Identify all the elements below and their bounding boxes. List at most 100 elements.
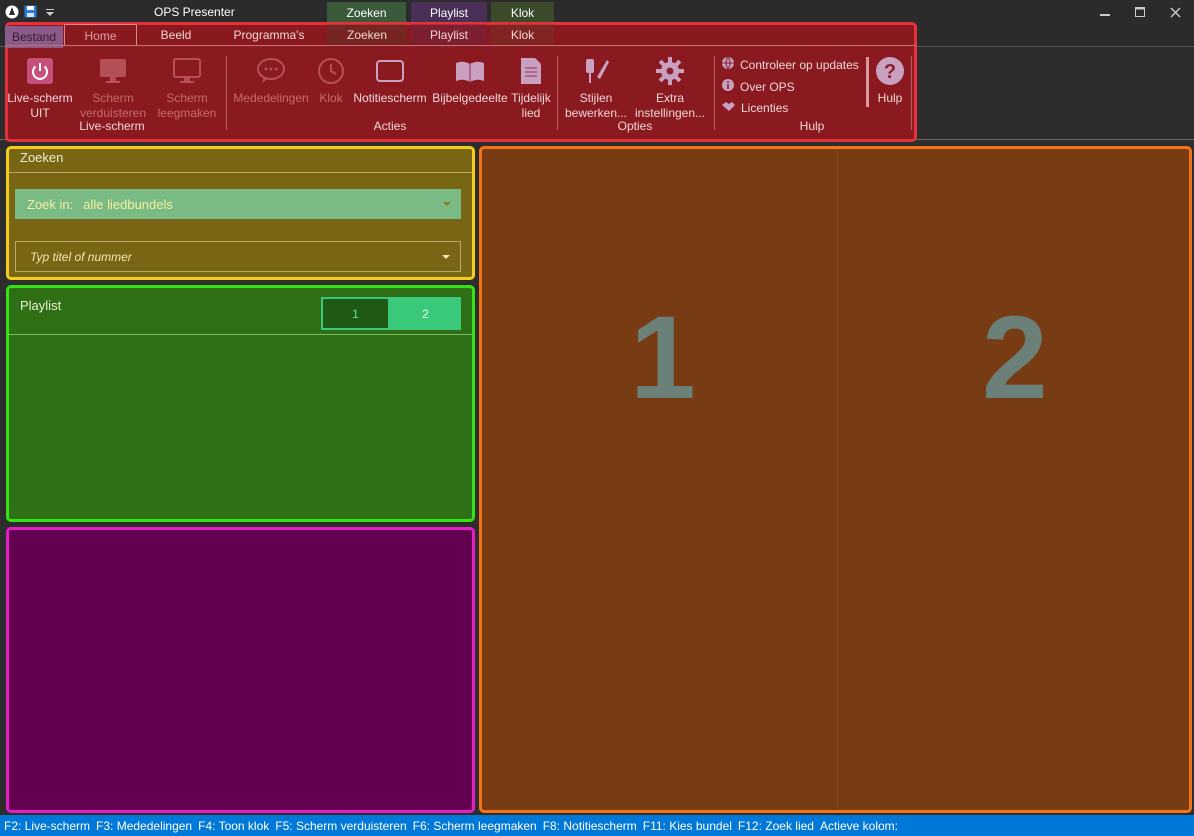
tab-zoeken[interactable]: Zoeken	[327, 24, 407, 46]
tab-klok[interactable]: Klok	[491, 24, 554, 46]
power-icon	[24, 55, 56, 87]
playlist-panel: Playlist 1 2	[6, 285, 475, 522]
check-updates-label: Controleer op updates	[740, 57, 859, 72]
svg-text:?: ?	[884, 61, 896, 83]
minimize-button[interactable]	[1090, 2, 1120, 22]
clock-button[interactable]: Klok	[314, 55, 348, 106]
bible-passage-label: Bijbelgedeelte	[432, 91, 508, 105]
status-active-column: Actieve kolom:	[819, 818, 898, 833]
info-icon	[721, 78, 735, 95]
customize-toolbar-icon[interactable]	[42, 4, 57, 19]
tab-home[interactable]: Home	[64, 24, 137, 46]
tab-beeld[interactable]: Beeld	[140, 24, 212, 46]
globe-icon	[721, 56, 735, 73]
speech-bubble-icon	[255, 55, 287, 87]
screen-icon	[374, 55, 406, 87]
status-shortcut-f3: F3: Mededelingen	[96, 818, 193, 833]
chevron-down-icon	[443, 202, 451, 206]
about-ops-button[interactable]: Over OPS	[721, 78, 795, 95]
clear-screen-label-2: leegmaken	[157, 106, 217, 120]
group-separator	[911, 56, 912, 130]
status-shortcut-f5: F5: Scherm verduisteren	[275, 818, 407, 833]
clock-label: Klok	[319, 91, 343, 105]
help-split-divider	[866, 57, 869, 107]
check-updates-button[interactable]: Controleer op updates	[721, 56, 859, 73]
temporary-song-label-1: Tijdelijk	[511, 91, 551, 105]
search-in-dropdown[interactable]: Zoek in: alle liedbundels	[15, 189, 461, 219]
status-shortcut-f12: F12: Zoek lied	[737, 818, 814, 833]
close-button[interactable]	[1160, 2, 1190, 22]
group-separator	[714, 56, 715, 130]
clear-screen-button[interactable]: Scherm leegmaken	[152, 55, 222, 121]
temporary-song-label-2: lied	[521, 106, 541, 120]
announcements-label: Mededelingen	[233, 91, 309, 105]
document-icon	[515, 55, 547, 87]
group-separator	[557, 56, 558, 130]
announcements-button[interactable]: Mededelingen	[230, 55, 312, 106]
help-button[interactable]: ? Hulp	[872, 55, 908, 106]
search-in-label: Zoek in:	[27, 196, 74, 212]
quick-access-toolbar	[4, 4, 57, 19]
preview-column-divider	[837, 149, 838, 810]
edit-styles-button[interactable]: Stijlen bewerken...	[562, 55, 630, 121]
search-in-value: alle liedbundels	[83, 196, 173, 212]
search-input-placeholder: Typ titel of nummer	[30, 249, 132, 264]
chevron-down-icon	[442, 254, 450, 259]
app-window: OPS Presenter Zoeken Playlist Klok Besta…	[0, 0, 1194, 836]
live-screen-label-1: Live-scherm	[7, 91, 73, 105]
extra-settings-button[interactable]: Extra instellingen...	[632, 55, 708, 121]
live-screen-label-2: UIT	[30, 106, 50, 120]
status-bar: F2: Live-scherm F3: Mededelingen F4: Too…	[0, 815, 1194, 836]
clear-screen-label-1: Scherm	[166, 91, 208, 105]
tab-programmas[interactable]: Programma's	[220, 24, 318, 46]
search-panel: Zoeken Zoek in: alle liedbundels Typ tit…	[6, 146, 475, 280]
maximize-button[interactable]	[1125, 2, 1155, 22]
status-shortcut-f11: F11: Kies bundel	[642, 818, 732, 833]
about-ops-label: Over OPS	[740, 79, 795, 94]
preview-panel: 1 2	[479, 146, 1192, 813]
group-separator	[226, 56, 227, 130]
status-shortcut-f6: F6: Scherm leegmaken	[412, 818, 537, 833]
playlist-column-2-tab[interactable]: 2	[390, 297, 461, 330]
preview-column-2-number[interactable]: 2	[982, 299, 1048, 417]
notes-screen-label: Notitiescherm	[353, 91, 427, 105]
book-icon	[454, 55, 486, 87]
playlist-panel-title: Playlist	[20, 298, 62, 313]
live-screen-off-button[interactable]: Live-scherm UIT	[6, 55, 74, 121]
question-icon: ?	[874, 55, 906, 87]
context-tab-playlist: Playlist	[411, 2, 487, 24]
group-label-live-screen: Live-scherm	[79, 119, 145, 133]
preview-column-1-number[interactable]: 1	[630, 299, 696, 417]
clock-icon	[315, 55, 347, 87]
notes-screen-button[interactable]: Notitiescherm	[350, 55, 430, 106]
status-shortcut-f8: F8: Notitiescherm	[542, 818, 637, 833]
playlist-panel-divider	[9, 334, 472, 335]
gear-icon	[654, 55, 686, 87]
search-panel-title: Zoeken	[20, 150, 64, 165]
monitor-icon	[171, 55, 203, 87]
bible-passage-button[interactable]: Bijbelgedeelte	[430, 55, 510, 106]
monitor-icon	[97, 55, 129, 87]
ribbon-tab-underline	[5, 45, 917, 46]
licenses-button[interactable]: Licenties	[721, 100, 788, 115]
group-label-help: Hulp	[799, 119, 825, 133]
app-title: OPS Presenter	[154, 5, 235, 19]
status-shortcut-f4: F4: Toon klok	[198, 818, 270, 833]
search-input[interactable]: Typ titel of nummer	[15, 241, 461, 272]
extra-settings-label-1: Extra	[655, 91, 684, 105]
lower-left-panel	[6, 527, 475, 813]
tab-playlist[interactable]: Playlist	[411, 24, 487, 46]
save-icon[interactable]	[23, 4, 38, 19]
playlist-column-1-tab[interactable]: 1	[321, 297, 390, 330]
title-bar: OPS Presenter Zoeken Playlist Klok	[0, 0, 1194, 24]
group-label-options: Opties	[617, 119, 653, 133]
brush-icon	[580, 55, 612, 87]
group-label-actions: Acties	[373, 119, 407, 133]
temporary-song-button[interactable]: Tijdelijk lied	[508, 55, 554, 121]
handshake-icon	[721, 100, 736, 115]
edit-styles-label-1: Stijlen	[579, 91, 613, 105]
app-logo-icon[interactable]	[4, 4, 19, 19]
darken-screen-label-1: Scherm	[92, 91, 134, 105]
help-label: Hulp	[877, 91, 903, 105]
darken-screen-button[interactable]: Scherm verduisteren	[78, 55, 148, 121]
